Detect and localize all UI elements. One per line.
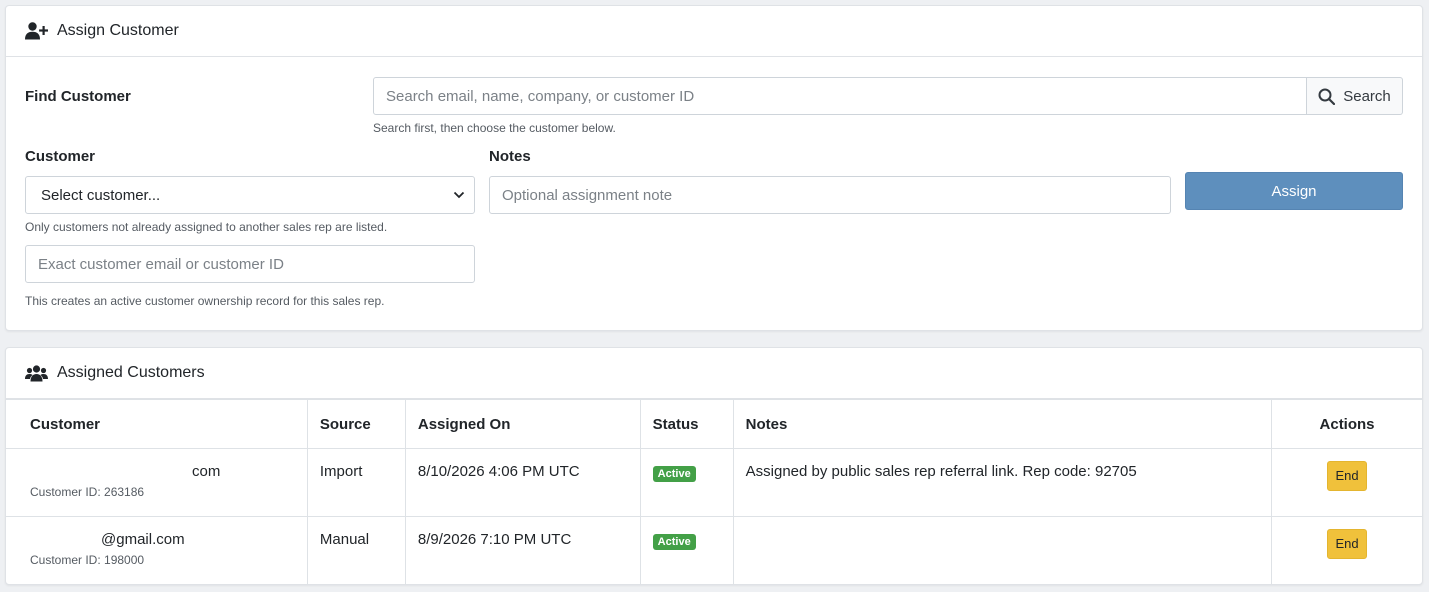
customer-id: Customer ID: 198000 <box>30 553 145 567</box>
assign-customer-card: Assign Customer Find Customer Search Sea… <box>5 5 1423 331</box>
notes-label: Notes <box>489 148 531 165</box>
assigned-customers-header: Assigned Customers <box>6 348 1422 399</box>
search-help-text: Search first, then choose the customer b… <box>373 121 616 135</box>
status-cell: Active <box>639 516 734 584</box>
assign-customer-header: Assign Customer <box>6 6 1422 57</box>
table-row: com Customer ID: 263186 Import 8/10/2026… <box>6 448 1422 517</box>
table-header-row: Customer Source Assigned On Status Notes… <box>6 399 1422 449</box>
search-button-label: Search <box>1343 87 1391 105</box>
table-row: @gmail.com Customer ID: 198000 Manual 8/… <box>6 516 1422 584</box>
customer-select-value: Select customer... <box>41 186 161 204</box>
source-cell: Import <box>306 448 406 517</box>
customer-search-input[interactable] <box>373 77 1307 115</box>
assigned-customers-title: Assigned Customers <box>57 364 205 381</box>
col-source: Source <box>306 399 406 449</box>
notes-input[interactable] <box>489 176 1171 214</box>
assigned-on-cell: 8/10/2026 4:06 PM UTC <box>404 448 641 517</box>
find-customer-label: Find Customer <box>25 88 131 105</box>
actions-cell: End <box>1271 516 1422 584</box>
customer-cell: com Customer ID: 263186 <box>6 448 308 517</box>
customer-email: @gmail.com <box>101 531 185 548</box>
end-button[interactable]: End <box>1327 461 1368 491</box>
search-icon <box>1318 88 1336 105</box>
status-badge: Active <box>652 534 696 550</box>
col-assigned-on: Assigned On <box>404 399 641 449</box>
status-badge: Active <box>652 466 696 482</box>
customer-label: Customer <box>25 148 96 165</box>
assign-customer-title: Assign Customer <box>57 22 179 39</box>
source-cell: Manual <box>306 516 406 584</box>
assigned-customers-table: Customer Source Assigned On Status Notes… <box>6 399 1422 584</box>
end-button[interactable]: End <box>1327 529 1368 559</box>
col-actions: Actions <box>1271 399 1422 449</box>
notes-cell: Assigned by public sales rep referral li… <box>732 448 1273 517</box>
exact-customer-input[interactable] <box>25 245 475 283</box>
chevron-down-icon <box>453 191 465 199</box>
users-icon <box>25 364 48 381</box>
col-status: Status <box>639 399 734 449</box>
customer-select[interactable]: Select customer... <box>25 176 475 214</box>
user-plus-icon <box>25 22 48 40</box>
customer-cell: @gmail.com Customer ID: 198000 <box>6 516 308 584</box>
col-customer: Customer <box>6 399 308 449</box>
assign-button[interactable]: Assign <box>1185 172 1403 210</box>
assigned-customers-card: Assigned Customers Customer Source Assig… <box>5 347 1423 585</box>
col-notes: Notes <box>732 399 1273 449</box>
customer-email: com <box>192 463 221 480</box>
customer-help-text: Only customers not already assigned to a… <box>25 220 388 234</box>
notes-cell <box>732 516 1273 584</box>
assigned-on-cell: 8/9/2026 7:10 PM UTC <box>404 516 641 584</box>
actions-cell: End <box>1271 448 1422 517</box>
status-cell: Active <box>639 448 734 517</box>
search-button[interactable]: Search <box>1307 77 1403 115</box>
customer-id: Customer ID: 263186 <box>30 485 145 499</box>
exact-help-text: This creates an active customer ownershi… <box>25 294 385 308</box>
